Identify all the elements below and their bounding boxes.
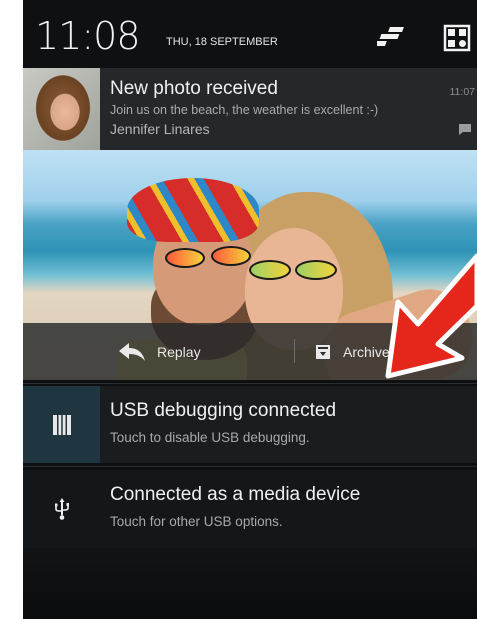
notification-text: Join us on the beach, the weather is exc… [110,103,379,117]
usb-debug-icon [52,414,71,435]
usb-icon-box [23,470,100,547]
notification-new-photo[interactable]: New photo received Join us on the beach,… [23,68,477,150]
shade-empty-area [23,548,477,619]
avatar [23,68,100,150]
notification-title: USB debugging connected [110,400,337,421]
action-divider [294,339,295,363]
notification-shade: 11:08 THU, 18 SEPTEMBER New photo receiv… [23,0,477,619]
red-arrow-icon [385,253,477,379]
quick-settings-toggle-icon[interactable] [372,24,407,50]
photo-man-hat [127,178,259,242]
notification-title: New photo received [110,78,278,99]
notification-time: 11:07 [449,86,476,98]
usb-debug-icon-box [23,386,100,463]
profile-grid-icon[interactable] [443,24,473,52]
sunglasses-lens [249,260,291,280]
notification-text: Touch for other USB options. [110,514,283,529]
clock: 11:08 [35,14,141,58]
usb-icon [54,497,69,520]
notification-title: Connected as a media device [110,484,361,505]
reply-icon [119,342,145,361]
replay-label: Replay [157,343,201,360]
notification-text: Touch to disable USB debugging. [110,430,310,445]
date-label: THU, 18 SEPTEMBER [166,36,278,48]
sunglasses-lens [165,248,205,268]
status-bar: 11:08 THU, 18 SEPTEMBER [23,0,477,68]
notification-sender: Jennifer Linares [110,121,210,137]
sunglasses-lens [211,246,251,266]
replay-button[interactable]: Replay [119,323,201,380]
notification-usb-debugging[interactable]: USB debugging connected Touch to disable… [23,386,477,463]
divider [23,466,477,467]
divider [23,383,477,384]
sunglasses-lens [295,260,337,280]
chat-icon [459,124,471,135]
archive-icon [316,344,330,359]
notification-media-device[interactable]: Connected as a media device Touch for ot… [23,470,477,548]
